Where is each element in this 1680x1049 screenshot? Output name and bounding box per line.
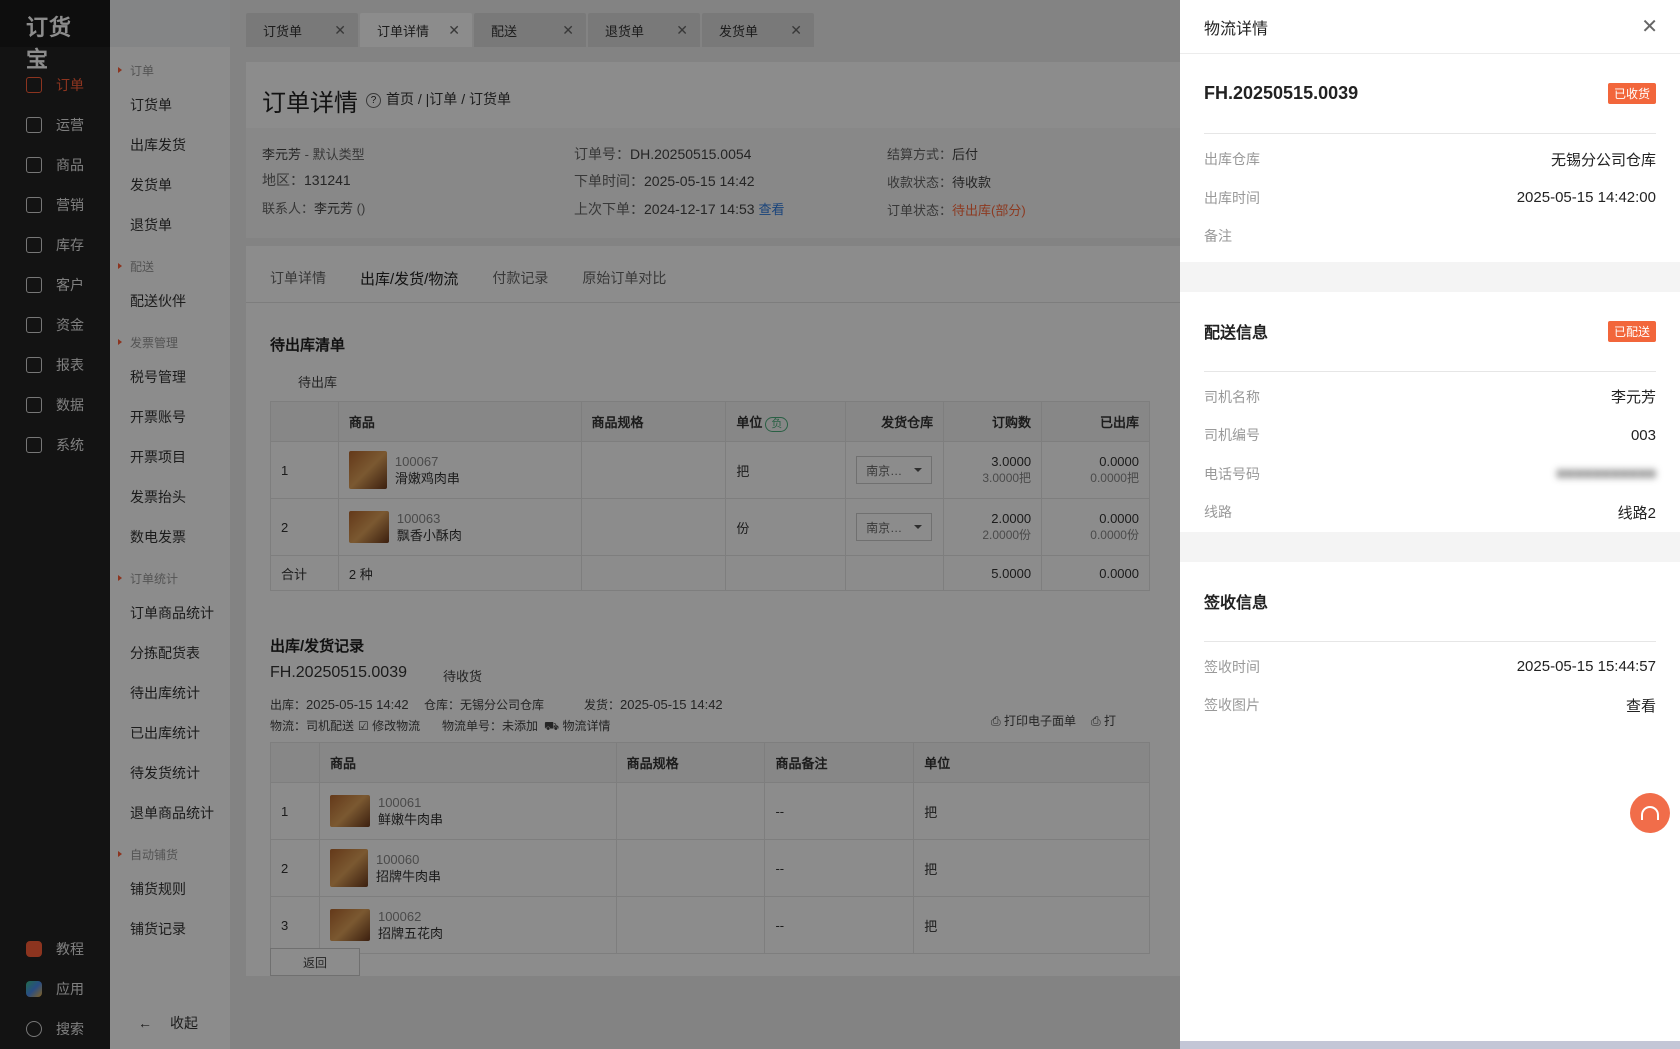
- status-badge: 已配送: [1607, 320, 1656, 342]
- remark-row: 备注: [1204, 228, 1232, 245]
- sign-image-row: 签收图片 查看: [1204, 686, 1656, 725]
- driver-name-row: 司机名称 李元芳: [1204, 388, 1656, 407]
- sign-title: 签收信息: [1204, 595, 1269, 612]
- delivery-title: 配送信息: [1204, 325, 1269, 342]
- drawer-scrollbar: [1180, 1041, 1680, 1049]
- view-sign-image-link[interactable]: 查看: [1626, 695, 1656, 716]
- phone-value-redacted: ●●●●●●●●●●●: [1556, 465, 1656, 483]
- sign-section: 签收信息 签收时间 2025-05-15 15:44:57 签收图片 查看: [1180, 562, 1680, 725]
- delivery-section: 配送信息 已配送 司机名称 李元芳 司机编号 003 电话号码 ●●●●●●●●●●●…: [1180, 292, 1680, 532]
- warehouse-row: 出库仓库 无锡分公司仓库: [1204, 151, 1656, 169]
- out-time-row: 出库时间 2025-05-15 14:42:00: [1204, 189, 1656, 207]
- close-icon[interactable]: ✕: [1641, 14, 1658, 39]
- phone-row: 电话号码 ●●●●●●●●●●●: [1204, 465, 1656, 483]
- drawer-header: 物流详情 ✕: [1180, 0, 1680, 54]
- drawer-title: 物流详情: [1204, 20, 1269, 38]
- driver-no-row: 司机编号 003: [1204, 426, 1656, 444]
- section-gap: [1180, 531, 1680, 562]
- section-gap: [1180, 261, 1680, 292]
- logistics-detail-drawer: 物流详情 ✕ FH.20250515.0039 已收货 出库仓库 无锡分公司仓库 …: [1180, 0, 1680, 1049]
- modal-mask[interactable]: [0, 0, 1180, 1049]
- shipment-number: FH.20250515.0039: [1204, 83, 1359, 103]
- headset-icon: [1641, 806, 1659, 820]
- status-badge: 已收货: [1607, 83, 1656, 104]
- customer-support-button[interactable]: [1630, 793, 1670, 833]
- route-row: 线路 线路2: [1204, 504, 1656, 522]
- shipment-section: FH.20250515.0039 已收货 出库仓库 无锡分公司仓库 出库时间 202…: [1180, 54, 1680, 256]
- sign-time-row: 签收时间 2025-05-15 15:44:57: [1204, 658, 1656, 676]
